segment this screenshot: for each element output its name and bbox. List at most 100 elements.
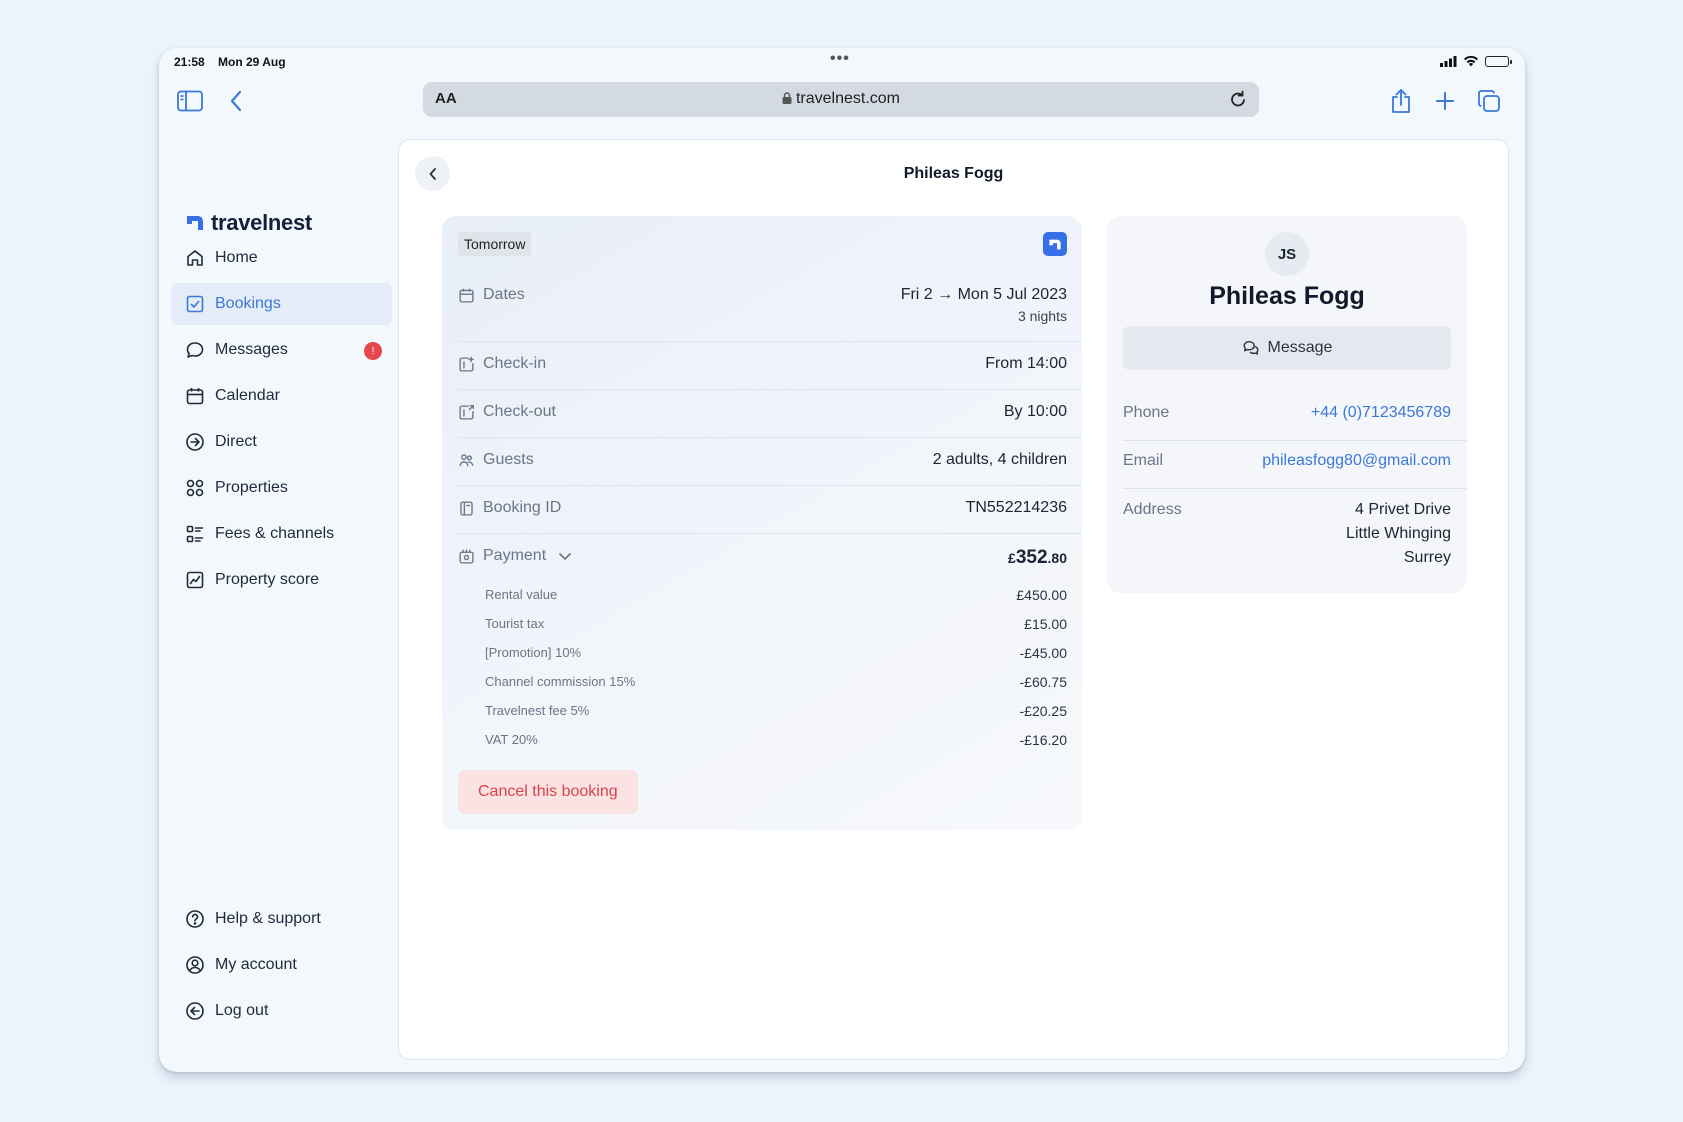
chat-bubble-icon (186, 342, 204, 358)
share-icon[interactable] (1386, 86, 1416, 116)
checkin-row: Check-in From 14:00 (458, 355, 1067, 373)
status-time: 21:58 (174, 55, 205, 69)
sidebar-item-home[interactable]: Home (171, 237, 392, 279)
checkout-label: Check-out (483, 403, 556, 420)
payment-icon (459, 548, 474, 564)
booking-id-label: Booking ID (483, 499, 562, 516)
message-button-label: Message (1267, 339, 1333, 356)
payment-line-item: Rental value £450.00 (485, 587, 1067, 603)
sidebar-item-calendar[interactable]: Calendar (171, 375, 392, 417)
page-title: Phileas Fogg (903, 165, 1004, 182)
sidebar-item-my-account[interactable]: My account (171, 944, 392, 986)
sidebar-item-messages[interactable]: Messages ! (171, 329, 392, 371)
checkin-icon (459, 356, 474, 372)
email-link[interactable]: phileasfogg80@gmail.com (1262, 452, 1451, 470)
line-item-amount: £450.00 (1016, 587, 1067, 603)
phone-row: Phone +44 (0)7123456789 (1123, 404, 1451, 422)
grid-circles-icon (186, 479, 204, 497)
dates-label: Dates (483, 286, 525, 303)
guest-contact-card: JS Phileas Fogg Message Phone +44 (0)712… (1107, 216, 1467, 593)
user-circle-icon (186, 956, 204, 974)
wifi-icon (1464, 55, 1478, 67)
avatar: JS (1265, 232, 1309, 276)
payment-line-item: Tourist tax £15.00 (485, 616, 1067, 632)
sidebar-toggle-icon[interactable] (175, 86, 205, 116)
brand-logo[interactable]: travelnest (185, 210, 312, 236)
guests-label: Guests (483, 451, 534, 468)
guests-icon (459, 453, 474, 466)
line-item-label: [Promotion] 10% (485, 645, 582, 660)
new-tab-icon[interactable] (1430, 86, 1460, 116)
payment-label: Payment (483, 547, 547, 564)
reload-icon[interactable] (1227, 88, 1249, 110)
booking-id-value: TN552214236 (965, 499, 1067, 516)
message-guest-button[interactable]: Message (1123, 326, 1451, 370)
phone-label: Phone (1123, 404, 1170, 421)
sidebar-item-property-score[interactable]: Property score (171, 559, 392, 601)
arrow-circle-icon (186, 433, 204, 451)
payment-line-item: VAT 20% -£16.20 (485, 732, 1067, 748)
address-bar[interactable]: AA travelnest.com (423, 82, 1259, 117)
divider (458, 389, 1082, 390)
address-line: Surrey (1403, 549, 1451, 566)
url-value: travelnest.com (795, 90, 901, 107)
sidebar-item-label: Property score (215, 571, 320, 588)
checkout-row: Check-out By 10:00 (458, 403, 1067, 421)
calendar-icon (186, 388, 204, 405)
chart-line-icon (186, 571, 204, 589)
sidebar-item-label: Messages (215, 341, 288, 358)
sidebar-item-log-out[interactable]: Log out (171, 990, 392, 1032)
signal-icon (1440, 55, 1457, 67)
checkin-label: Check-in (483, 355, 547, 372)
line-item-label: Tourist tax (485, 616, 545, 631)
payment-line-item: [Promotion] 10% -£45.00 (485, 645, 1067, 661)
sidebar-item-properties[interactable]: Properties (171, 467, 392, 509)
status-bar: 21:58 Mon 29 Aug ••• (159, 48, 1525, 76)
divider (458, 437, 1082, 438)
multitask-dots[interactable]: ••• (830, 50, 850, 68)
sidebar-item-fees-channels[interactable]: Fees & channels (171, 513, 392, 555)
sidebar-item-label: Help & support (215, 910, 321, 927)
calendar-icon (459, 288, 474, 303)
payment-line-item: Channel commission 15% -£60.75 (485, 674, 1067, 690)
checkout-value: By 10:00 (1003, 403, 1067, 420)
line-item-label: VAT 20% (485, 732, 538, 747)
sidebar-item-help[interactable]: Help & support (171, 898, 392, 940)
cancel-booking-button[interactable]: Cancel this booking (458, 770, 638, 814)
phone-link[interactable]: +44 (0)7123456789 (1311, 404, 1451, 422)
line-item-amount: -£60.75 (1019, 674, 1067, 690)
divider (1123, 488, 1467, 489)
tabs-overview-icon[interactable] (1474, 86, 1504, 116)
guests-value: 2 adults, 4 children (932, 451, 1067, 468)
sidebar-item-direct[interactable]: Direct (171, 421, 392, 463)
address-line: Little Whinging (1346, 525, 1451, 542)
list-blocks-icon (186, 525, 204, 543)
line-item-label: Channel commission 15% (485, 674, 636, 689)
chevron-down-icon[interactable] (558, 551, 572, 561)
channel-logo-icon (1043, 232, 1067, 256)
line-item-amount: -£20.25 (1019, 703, 1067, 719)
address-line: 4 Privet Drive (1354, 501, 1451, 518)
help-circle-icon (186, 910, 204, 928)
payment-cents: .80 (1047, 550, 1067, 566)
dates-row: Dates Fri 2 → Mon 5 Jul 2023 3 nights (458, 286, 1067, 324)
guest-name: Phileas Fogg (1209, 282, 1365, 310)
status-icons (1440, 55, 1512, 67)
main-panel: Phileas Fogg Tomorrow Dates Fri 2 → Mon … (398, 139, 1509, 1060)
sidebar-item-bookings[interactable]: Bookings (171, 283, 392, 325)
travelnest-logo-icon (187, 216, 203, 230)
line-item-amount: -£16.20 (1019, 732, 1067, 748)
sidebar-item-label: Calendar (215, 387, 280, 404)
ipad-frame: 21:58 Mon 29 Aug ••• AA travelnest.com t… (159, 48, 1525, 1072)
browser-back-icon[interactable] (221, 86, 251, 116)
payment-row[interactable]: Payment £352.80 (458, 547, 1067, 569)
nights-value: 3 nights (1017, 308, 1067, 324)
sidebar-item-label: Home (215, 249, 258, 266)
divider (458, 485, 1082, 486)
sidebar: travelnest Home Bookings Messages ! Cale… (159, 132, 392, 1072)
sidebar-item-label: Bookings (215, 295, 281, 312)
payment-line-item: Travelnest fee 5% -£20.25 (485, 703, 1067, 719)
sidebar-item-label: My account (215, 956, 297, 973)
booking-id-row: Booking ID TN552214236 (458, 499, 1067, 517)
guests-row: Guests 2 adults, 4 children (458, 451, 1067, 469)
